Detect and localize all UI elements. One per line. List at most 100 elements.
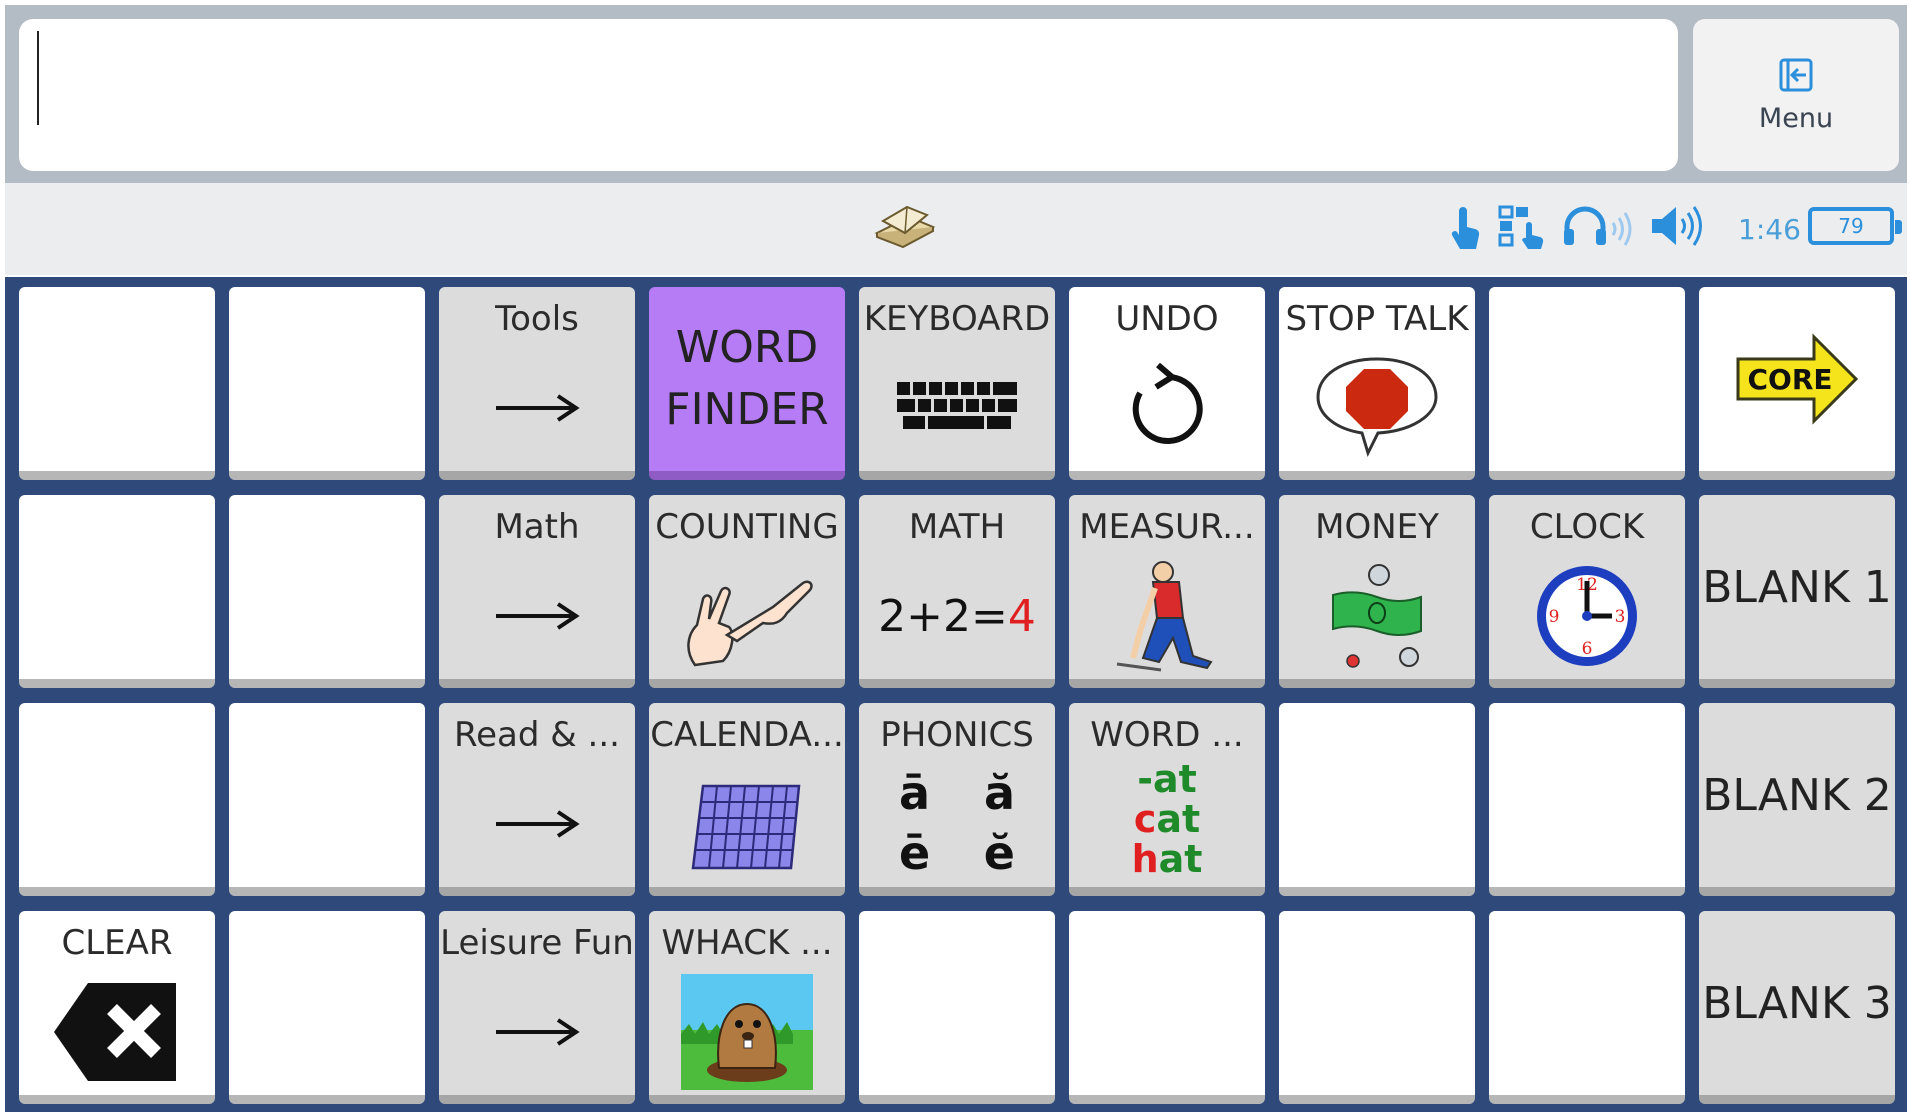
calendar-button[interactable]: CALENDA...	[649, 703, 845, 896]
money-button[interactable]: MONEY	[1279, 495, 1475, 688]
page-select-icon[interactable]	[1498, 203, 1550, 249]
whack-label: WHACK ...	[661, 923, 833, 963]
arrow-right-icon	[496, 394, 580, 422]
math-label: MATH	[908, 507, 1006, 547]
phonics-glyph: ē	[899, 826, 931, 880]
headphones-icon[interactable]	[1561, 203, 1637, 249]
phonics-glyph: ā	[899, 766, 931, 820]
battery-indicator: 79	[1808, 207, 1902, 245]
leisure-folder-button[interactable]: Leisure Fun	[439, 911, 635, 1104]
phonics-button[interactable]: PHONICS ā ă ē ĕ	[859, 703, 1055, 896]
math-folder-label: Math	[494, 507, 580, 547]
touch-icon[interactable]	[1445, 203, 1485, 253]
tools-folder-button[interactable]: Tools	[439, 287, 635, 480]
empty-button[interactable]	[1279, 703, 1475, 896]
read-folder-label: Read & ...	[454, 715, 620, 755]
core-arrow-icon: CORE	[1736, 333, 1859, 425]
read-folder-button[interactable]: Read & ...	[439, 703, 635, 896]
undo-button[interactable]: UNDO	[1069, 287, 1265, 480]
status-bar: 1:46 79	[5, 183, 1907, 275]
empty-button[interactable]	[1069, 911, 1265, 1104]
stop-talk-label: STOP TALK	[1285, 299, 1469, 339]
book-icon[interactable]	[873, 203, 937, 251]
counting-label: COUNTING	[655, 507, 839, 547]
phonics-label: PHONICS	[880, 715, 1034, 755]
empty-button[interactable]	[1489, 911, 1685, 1104]
calendar-icon	[691, 784, 801, 870]
text-caret	[37, 31, 39, 125]
empty-button[interactable]	[19, 495, 215, 688]
calendar-label: CALENDA...	[650, 715, 844, 755]
arrow-right-icon	[496, 1018, 580, 1046]
measure-button[interactable]: MEASUR...	[1069, 495, 1265, 688]
measure-label: MEASUR...	[1079, 507, 1255, 547]
word-family-label: WORD ...	[1090, 715, 1244, 755]
word-finder-button[interactable]: WORD FINDER	[649, 287, 845, 480]
clear-button[interactable]: CLEAR	[19, 911, 215, 1104]
math-button[interactable]: MATH 2+2= 4	[859, 495, 1055, 688]
empty-button[interactable]	[19, 703, 215, 896]
word-family-word-cat: cat	[1133, 797, 1201, 841]
blank-3-button[interactable]: BLANK 3	[1699, 911, 1895, 1104]
empty-button[interactable]	[1489, 287, 1685, 480]
phonics-glyph: ĕ	[983, 826, 1015, 880]
menu-exit-icon	[1779, 58, 1813, 91]
word-family-word-hat: hat	[1131, 837, 1203, 881]
money-icon	[1332, 564, 1422, 668]
svg-text:3: 3	[1615, 607, 1626, 627]
tools-label: Tools	[495, 299, 579, 339]
word-family-rime: -at	[1137, 757, 1197, 801]
undo-icon	[1132, 363, 1203, 444]
clear-label: CLEAR	[61, 923, 173, 963]
backspace-clear-icon	[54, 983, 176, 1081]
math-folder-button[interactable]: Math	[439, 495, 635, 688]
whack-mole-icon	[681, 974, 813, 1090]
menu-button[interactable]: Menu	[1693, 19, 1899, 171]
keyboard-label: KEYBOARD	[863, 299, 1051, 339]
blank-2-button[interactable]: BLANK 2	[1699, 703, 1895, 896]
clock-face-icon: 12 3 6 9	[1537, 566, 1637, 666]
counting-fingers-icon	[687, 580, 813, 667]
clock-button[interactable]: CLOCK 12 3 6 9	[1489, 495, 1685, 688]
aac-app: Menu 1:46 79 Tools WORD FINDER KEYBOARD …	[0, 0, 1910, 1112]
empty-button[interactable]	[229, 287, 425, 480]
counting-button[interactable]: COUNTING	[649, 495, 845, 688]
money-label: MONEY	[1315, 507, 1439, 547]
button-grid: Tools WORD FINDER KEYBOARD UNDO STOP TAL…	[5, 277, 1907, 1112]
empty-button[interactable]	[859, 911, 1055, 1104]
keyboard-button[interactable]: KEYBOARD	[859, 287, 1055, 480]
keyboard-icon	[897, 382, 1017, 429]
core-button[interactable]: CORE	[1699, 287, 1895, 480]
stop-talk-button[interactable]: STOP TALK	[1279, 287, 1475, 480]
volume-icon[interactable]	[1648, 203, 1712, 249]
math-equation: 2+2=	[878, 590, 1008, 642]
word-finder-label: WORD FINDER	[665, 322, 829, 435]
blank-1-button[interactable]: BLANK 1	[1699, 495, 1895, 688]
measuring-person-icon	[1116, 561, 1213, 672]
svg-text:6: 6	[1582, 639, 1593, 659]
empty-button[interactable]	[1489, 703, 1685, 896]
empty-button[interactable]	[229, 911, 425, 1104]
clock-time: 1:46	[1738, 213, 1801, 246]
battery-level: 79	[1838, 214, 1864, 238]
undo-label: UNDO	[1115, 299, 1219, 339]
arrow-right-icon	[496, 810, 580, 838]
svg-text:9: 9	[1549, 607, 1560, 627]
core-label: CORE	[1747, 363, 1832, 396]
blank-2-label: BLANK 2	[1702, 769, 1892, 821]
message-window[interactable]	[19, 19, 1678, 171]
word-family-button[interactable]: WORD ... -at cat hat	[1069, 703, 1265, 896]
empty-button[interactable]	[1279, 911, 1475, 1104]
stop-sign-icon	[1316, 357, 1438, 458]
message-bar: Menu	[5, 5, 1907, 183]
empty-button[interactable]	[229, 495, 425, 688]
blank-1-label: BLANK 1	[1702, 561, 1892, 613]
leisure-label: Leisure Fun	[440, 923, 634, 963]
math-answer: 4	[1007, 590, 1036, 642]
empty-button[interactable]	[229, 703, 425, 896]
clock-label: CLOCK	[1529, 507, 1645, 547]
blank-3-label: BLANK 3	[1702, 977, 1892, 1029]
empty-button[interactable]	[19, 287, 215, 480]
whack-game-button[interactable]: WHACK ...	[649, 911, 845, 1104]
phonics-glyph: ă	[983, 766, 1015, 820]
